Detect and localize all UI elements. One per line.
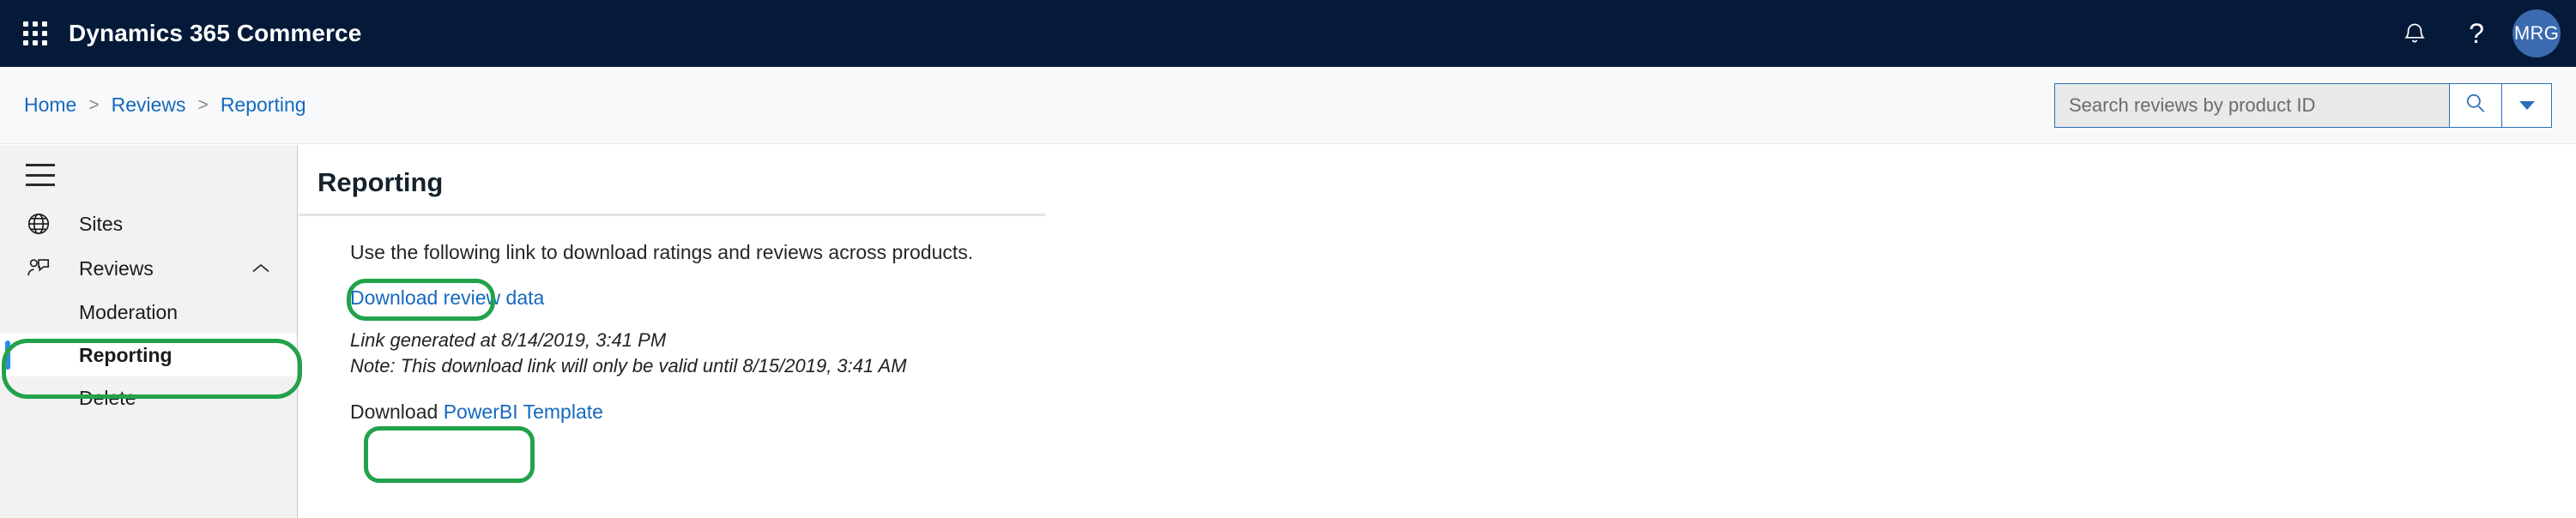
avatar[interactable]: MRG	[2513, 9, 2561, 57]
app-header-actions: ? MRG	[2384, 0, 2576, 67]
powerbi-prefix-label: Download	[350, 401, 444, 423]
search-button[interactable]	[2449, 82, 2502, 128]
breadcrumb-separator: >	[197, 94, 209, 115]
notifications-button[interactable]	[2384, 0, 2446, 67]
waffle-dot	[33, 40, 38, 45]
magnifier-icon	[2464, 92, 2487, 118]
main-content: Reporting Use the following link to down…	[299, 145, 2576, 518]
waffle-dot	[42, 21, 47, 27]
waffle-dot	[42, 31, 47, 36]
chevron-up-icon[interactable]	[251, 262, 271, 275]
waffle-dot	[42, 40, 47, 45]
globe-icon	[26, 211, 60, 237]
app-launcher-icon[interactable]	[21, 19, 50, 48]
sidebar-item-reporting[interactable]: Reporting	[0, 334, 297, 376]
waffle-dot	[23, 21, 28, 27]
breadcrumb-separator: >	[88, 94, 100, 115]
chevron-down-icon	[2519, 100, 2535, 110]
sidebar-item-delete[interactable]: Delete	[0, 376, 297, 419]
link-validity-text: Note: This download link will only be va…	[350, 355, 907, 376]
waffle-dot	[23, 40, 28, 45]
waffle-dot	[23, 31, 28, 36]
download-powerbi-template: Download PowerBI Template	[350, 401, 603, 424]
search-bar	[2054, 82, 2552, 128]
app-header: Dynamics 365 Commerce ? MRG	[0, 0, 2576, 67]
download-review-data-row: Download review data	[350, 286, 544, 310]
page-title: Reporting	[317, 167, 444, 197]
sidebar-subitem-label: Delete	[79, 386, 136, 409]
sidebar-subitem-label: Reporting	[79, 343, 172, 366]
person-comment-icon	[26, 256, 60, 281]
hamburger-bar	[26, 164, 55, 166]
breadcrumb: Home > Reviews > Reporting	[24, 93, 306, 117]
reporting-panel: Use the following link to download ratin…	[299, 241, 2576, 424]
bell-icon	[2402, 20, 2428, 47]
waffle-dot	[33, 21, 38, 27]
link-generated-text: Link generated at 8/14/2019, 3:41 PM	[350, 329, 667, 351]
hamburger-icon[interactable]	[26, 164, 55, 186]
breadcrumb-item-home[interactable]: Home	[24, 93, 76, 117]
question-mark-icon: ?	[2469, 18, 2484, 49]
sidebar-item-label: Reviews	[79, 256, 154, 280]
breadcrumb-search-bar: Home > Reviews > Reporting	[0, 67, 2576, 144]
sidebar: Sites Reviews Moderation Reporting Delet…	[0, 145, 298, 518]
breadcrumb-item-reviews[interactable]: Reviews	[112, 93, 186, 117]
app-title: Dynamics 365 Commerce	[69, 20, 362, 46]
intro-text: Use the following link to download ratin…	[350, 241, 974, 263]
hamburger-bar	[26, 173, 55, 177]
powerbi-template-link[interactable]: PowerBI Template	[444, 401, 603, 423]
search-options-dropdown-button[interactable]	[2502, 82, 2552, 128]
waffle-dot	[33, 31, 38, 36]
help-button[interactable]: ?	[2446, 0, 2507, 67]
hamburger-bar	[26, 184, 55, 186]
sidebar-item-label: Sites	[79, 212, 124, 235]
sidebar-subitem-label: Moderation	[79, 300, 178, 323]
sidebar-item-moderation[interactable]: Moderation	[0, 291, 297, 334]
sidebar-item-reviews[interactable]: Reviews	[0, 246, 297, 291]
sidebar-item-sites[interactable]: Sites	[0, 202, 297, 246]
download-review-data-link[interactable]: Download review data	[350, 286, 544, 309]
title-divider	[299, 214, 1045, 216]
breadcrumb-item-reporting[interactable]: Reporting	[221, 93, 306, 117]
search-input[interactable]	[2054, 82, 2449, 128]
